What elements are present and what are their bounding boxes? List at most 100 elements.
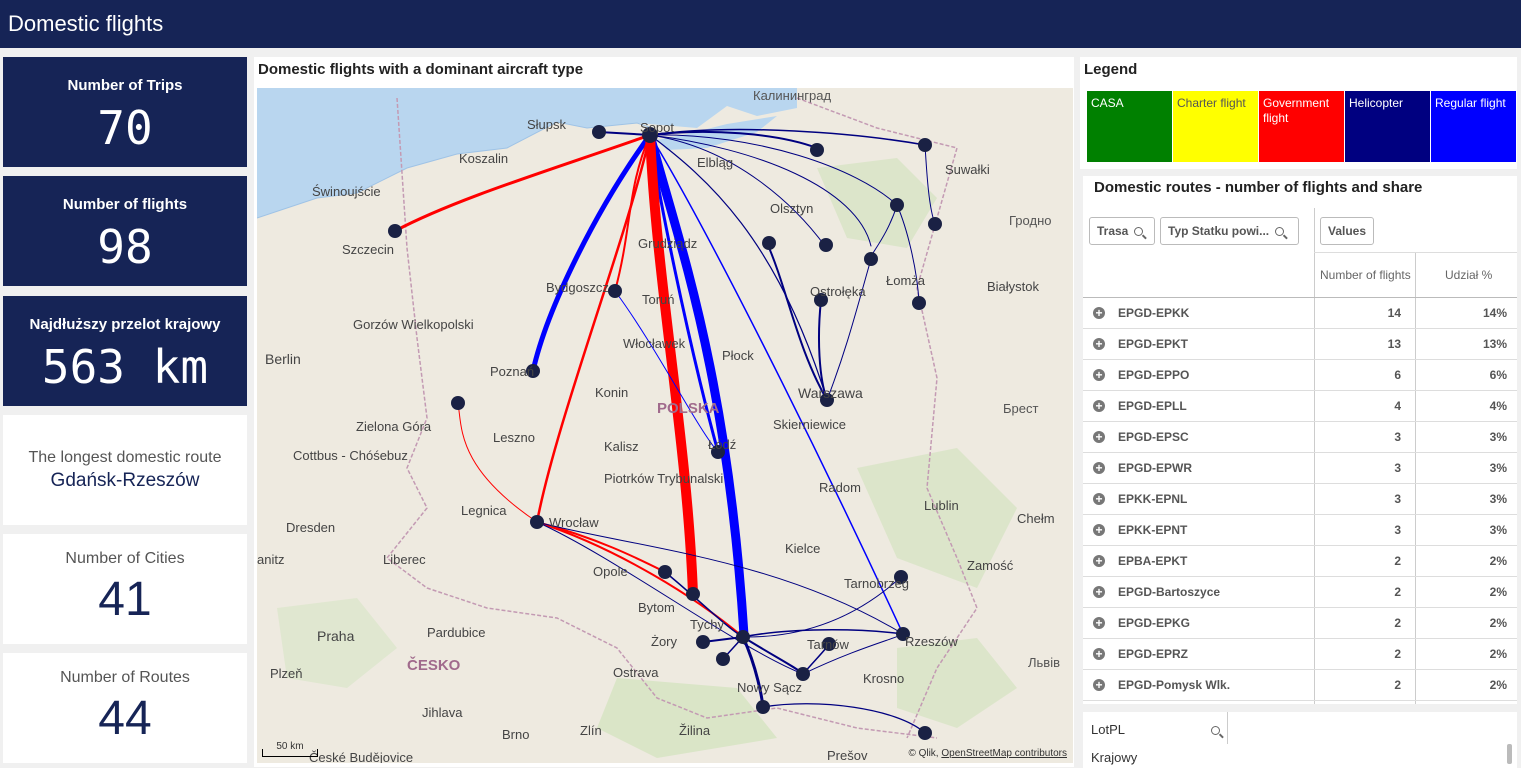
expand-icon[interactable]: + bbox=[1093, 493, 1105, 505]
route-share: 2% bbox=[1489, 585, 1507, 599]
expand-icon[interactable]: + bbox=[1093, 524, 1105, 536]
route-code: EPGD-EPKT bbox=[1118, 337, 1189, 351]
table-row[interactable]: + EPGD-EPKT 13 13% bbox=[1083, 329, 1517, 360]
expand-icon[interactable]: + bbox=[1093, 462, 1105, 474]
expand-icon[interactable]: + bbox=[1093, 369, 1105, 381]
route-code: EPGD-Pomysk Wlk. bbox=[1118, 678, 1231, 692]
legend-government[interactable]: Government flight bbox=[1259, 91, 1344, 162]
kpi-value: Gdańsk-Rzeszów bbox=[50, 470, 200, 491]
expand-icon[interactable]: + bbox=[1093, 555, 1105, 567]
trasa-filter-button[interactable]: Trasa bbox=[1089, 217, 1155, 245]
route-share: 14% bbox=[1482, 306, 1507, 320]
route-code: EPGD-EPSC bbox=[1118, 430, 1189, 444]
city-label: Pardubice bbox=[427, 625, 486, 640]
scrollbar[interactable] bbox=[1507, 744, 1512, 764]
table-row[interactable]: + EPGD-Pomysk Wlk. 2 2% bbox=[1083, 670, 1517, 701]
legend-regular[interactable]: Regular flight bbox=[1431, 91, 1516, 162]
expand-icon[interactable]: + bbox=[1093, 400, 1105, 412]
city-label: Włocławek bbox=[623, 336, 686, 351]
typ-filter-label: Typ Statku powi... bbox=[1168, 224, 1270, 238]
route-share: 2% bbox=[1489, 647, 1507, 661]
table-row[interactable]: + EPBA-EPKT 2 2% bbox=[1083, 546, 1517, 577]
trasa-filter-label: Trasa bbox=[1097, 224, 1129, 238]
legend-helicopter[interactable]: Helicopter bbox=[1345, 91, 1430, 162]
route-code: EPKK-EPNL bbox=[1118, 492, 1188, 506]
route-share: 3% bbox=[1489, 523, 1507, 537]
expand-icon[interactable]: + bbox=[1093, 617, 1105, 629]
col-header-share[interactable]: Udział % bbox=[1445, 268, 1492, 282]
route-code: EPGD-EPPO bbox=[1118, 368, 1190, 382]
city-label: Praha bbox=[317, 628, 355, 644]
table-row[interactable]: + EPGD-EPKG 2 2% bbox=[1083, 608, 1517, 639]
table-row[interactable]: + EPKK-EPNL 3 3% bbox=[1083, 484, 1517, 515]
expand-icon[interactable]: + bbox=[1093, 586, 1105, 598]
legend-charter[interactable]: Charter flight bbox=[1173, 91, 1258, 162]
expand-icon[interactable]: + bbox=[1093, 307, 1105, 319]
city-label: Berlin bbox=[265, 351, 301, 367]
city-label: Prešov bbox=[827, 748, 868, 763]
expand-icon[interactable]: + bbox=[1093, 679, 1105, 691]
app-title: Domestic flights bbox=[8, 11, 164, 36]
city-label: Elbląg bbox=[697, 155, 734, 170]
expand-icon[interactable]: + bbox=[1093, 338, 1105, 350]
city-label: České Budějovice bbox=[309, 750, 414, 763]
values-button[interactable]: Values bbox=[1320, 217, 1374, 245]
kpi-value: 98 bbox=[97, 220, 153, 274]
route-flights: 13 bbox=[1387, 337, 1401, 351]
header-divider bbox=[1314, 252, 1517, 253]
city-label: Olsztyn bbox=[770, 201, 814, 216]
city-label: Chełm bbox=[1017, 511, 1055, 526]
flight-map[interactable]: Калининград Słupsk Sopot Koszalin Elbląg… bbox=[257, 88, 1073, 763]
route-flights: 3 bbox=[1394, 523, 1401, 537]
routes-table-panel: Domestic routes - number of flights and … bbox=[1083, 176, 1517, 704]
city-label: Львів bbox=[1028, 655, 1061, 670]
city-label: Bydgoszcz bbox=[546, 280, 609, 295]
legend-grid: CASA Charter flight Government flight He… bbox=[1087, 91, 1517, 162]
country-label: ČESKO bbox=[407, 657, 461, 674]
city-label: Tarnów bbox=[807, 637, 849, 652]
kpi-longest-route[interactable]: The longest domestic route Gdańsk-Rzeszó… bbox=[3, 415, 247, 525]
route-flights: 2 bbox=[1394, 647, 1401, 661]
col-header-flights[interactable]: Number of flights bbox=[1320, 268, 1411, 282]
routes-table-title: Domestic routes - number of flights and … bbox=[1094, 179, 1423, 196]
table-row[interactable]: + EPGD-EPRZ 2 2% bbox=[1083, 639, 1517, 670]
table-row[interactable]: + EPGD-EPKK 14 14% bbox=[1083, 298, 1517, 329]
legend-casa[interactable]: CASA bbox=[1087, 91, 1172, 162]
kpi-number-of-cities[interactable]: Number of Cities 41 bbox=[3, 534, 247, 644]
typ-filter-button[interactable]: Typ Statku powi... bbox=[1160, 217, 1299, 245]
osm-link[interactable]: OpenStreetMap contributors bbox=[941, 748, 1067, 759]
city-label: Legnica bbox=[461, 503, 507, 518]
kpi-number-of-flights[interactable]: Number of flights 98 bbox=[3, 176, 247, 286]
city-label: Leszno bbox=[493, 430, 535, 445]
city-label: Poznań bbox=[490, 364, 535, 379]
kpi-number-of-trips[interactable]: Number of Trips 70 bbox=[3, 57, 247, 167]
city-label: Nowy Sącz bbox=[737, 680, 803, 695]
lotpl-filter-item[interactable]: Krajowy bbox=[1091, 750, 1137, 765]
route-share: 4% bbox=[1489, 399, 1507, 413]
kpi-number-of-routes[interactable]: Number of Routes 44 bbox=[3, 653, 247, 763]
table-row[interactable]: + EPGD-EPWR 3 3% bbox=[1083, 453, 1517, 484]
city-label: Opole bbox=[593, 564, 628, 579]
expand-icon[interactable]: + bbox=[1093, 431, 1105, 443]
table-row[interactable]: + EPGD-Bartoszyce 2 2% bbox=[1083, 577, 1517, 608]
city-label: Radom bbox=[819, 480, 861, 495]
city-label: Plzeň bbox=[270, 666, 303, 681]
table-row[interactable]: + EPGD-EPPO 6 6% bbox=[1083, 360, 1517, 391]
city-label: Szczecin bbox=[342, 242, 395, 257]
city-label: Tarnobrzeg bbox=[844, 576, 910, 591]
expand-icon[interactable]: + bbox=[1093, 648, 1105, 660]
table-row[interactable]: + EPGD-EPLL 4 4% bbox=[1083, 391, 1517, 422]
search-icon[interactable] bbox=[1211, 726, 1220, 735]
table-row[interactable]: + EPKK-EPNT 3 3% bbox=[1083, 515, 1517, 546]
kpi-longest-flight[interactable]: Najdłuższy przelot krajowy 563 km bbox=[3, 296, 247, 406]
route-share: 3% bbox=[1489, 430, 1507, 444]
route-code: EPGD-EPWR bbox=[1118, 461, 1193, 475]
table-row[interactable]: + EPGD-EPSC 3 3% bbox=[1083, 422, 1517, 453]
route-code: EPBA-EPKT bbox=[1118, 554, 1188, 568]
route-share: 3% bbox=[1489, 492, 1507, 506]
map-title: Domestic flights with a dominant aircraf… bbox=[258, 61, 584, 78]
lotpl-filter-label[interactable]: LotPL bbox=[1091, 722, 1125, 737]
city-label: Brno bbox=[502, 727, 530, 742]
city-label: Świnoujście bbox=[312, 184, 381, 199]
city-label: Gorzów Wielkopolski bbox=[353, 317, 474, 332]
